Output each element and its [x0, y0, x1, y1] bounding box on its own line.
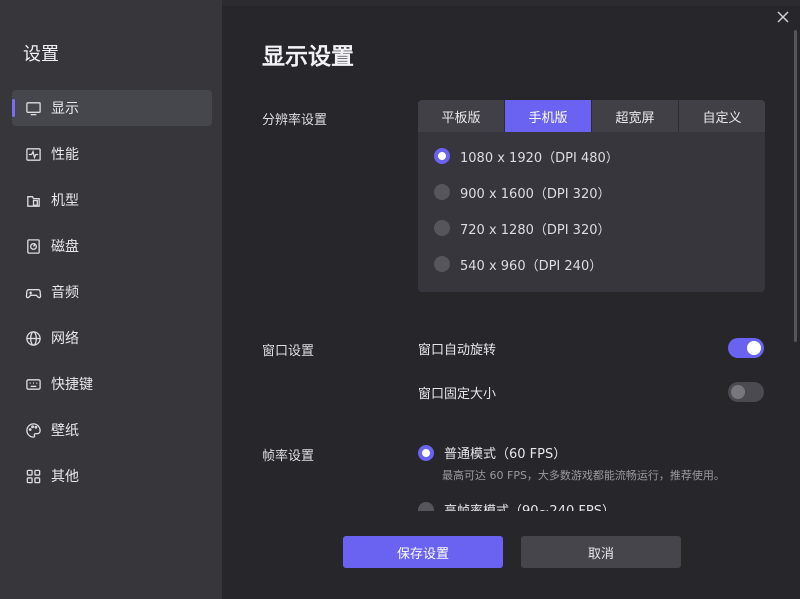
- sidebar-item-shortcuts[interactable]: 快捷键: [12, 366, 212, 402]
- radio-button[interactable]: [418, 501, 434, 511]
- fps-option-normal[interactable]: 普通模式（60 FPS）: [418, 443, 566, 462]
- sidebar-item-label: 性能: [51, 147, 79, 163]
- scrollbar[interactable]: [794, 30, 797, 342]
- sidebar-item-label: 显示: [51, 101, 79, 117]
- fps-option-label: 普通模式（60 FPS）: [444, 447, 567, 462]
- fps-option-high-clipped: 高帧率模式（90~240 FPS）: [418, 500, 768, 511]
- close-button[interactable]: [774, 8, 792, 26]
- toggle-knob: [731, 385, 745, 399]
- keyboard-icon: [24, 375, 42, 393]
- fps-option-high[interactable]: 高帧率模式（90~240 FPS）: [418, 500, 768, 511]
- sidebar: 设置 显示 性能 机型 磁盘 音频 网络 快捷键 壁纸 其他: [0, 0, 222, 599]
- fps-option-label: 高帧率模式（90~240 FPS）: [444, 500, 615, 511]
- sidebar-item-network[interactable]: 网络: [12, 320, 212, 356]
- sidebar-item-label: 其他: [51, 469, 79, 485]
- fps-section-label: 帧率设置: [262, 449, 315, 464]
- resolution-option-540[interactable]: 540 x 960（DPI 240）: [418, 246, 765, 282]
- window-section-label: 窗口设置: [262, 344, 315, 359]
- sidebar-item-model[interactable]: 机型: [12, 182, 212, 218]
- sidebar-item-wallpaper[interactable]: 壁纸: [12, 412, 212, 448]
- sidebar-item-disk[interactable]: 磁盘: [12, 228, 212, 264]
- sidebar-item-label: 壁纸: [51, 423, 79, 439]
- tab-custom[interactable]: 自定义: [679, 100, 765, 132]
- sidebar-item-display[interactable]: 显示: [12, 90, 212, 126]
- save-button[interactable]: 保存设置: [343, 536, 503, 568]
- sidebar-item-label: 音频: [51, 285, 79, 301]
- fixed-size-row: 窗口固定大小: [418, 382, 764, 402]
- top-band: [222, 0, 800, 6]
- close-icon: [777, 11, 789, 23]
- globe-icon: [24, 329, 42, 347]
- tab-phone[interactable]: 手机版: [505, 100, 592, 132]
- auto-rotate-toggle[interactable]: [728, 338, 764, 358]
- auto-rotate-row: 窗口自动旋转: [418, 338, 764, 358]
- resolution-option-900[interactable]: 900 x 1600（DPI 320）: [418, 174, 765, 210]
- sidebar-item-label: 网络: [51, 331, 79, 347]
- toggle-knob: [747, 341, 761, 355]
- grid-icon: [24, 467, 42, 485]
- sidebar-item-label: 磁盘: [51, 239, 79, 255]
- resolution-options: 1080 x 1920（DPI 480） 900 x 1600（DPI 320）…: [418, 132, 765, 282]
- sidebar-item-label: 机型: [51, 193, 79, 209]
- resolution-option-label: 1080 x 1920（DPI 480）: [460, 150, 619, 166]
- fps-normal-hint: 最高可达 60 FPS，大多数游戏都能流畅运行，推荐使用。: [442, 469, 725, 482]
- fixed-size-label: 窗口固定大小: [418, 386, 497, 402]
- resolution-option-label: 540 x 960（DPI 240）: [460, 258, 603, 274]
- gamepad-icon: [24, 283, 42, 301]
- radio-button-selected[interactable]: [434, 148, 450, 164]
- palette-icon: [24, 421, 42, 439]
- page-title: 显示设置: [262, 44, 354, 70]
- resolution-tabs: 平板版 手机版 超宽屏 自定义: [418, 100, 765, 132]
- sidebar-title: 设置: [23, 44, 59, 65]
- resolution-panel: 平板版 手机版 超宽屏 自定义 1080 x 1920（DPI 480） 900…: [418, 100, 765, 292]
- radio-button[interactable]: [434, 220, 450, 236]
- radio-button[interactable]: [434, 184, 450, 200]
- monitor-icon: [24, 99, 42, 117]
- tab-tablet[interactable]: 平板版: [418, 100, 505, 132]
- resolution-option-label: 900 x 1600（DPI 320）: [460, 186, 611, 202]
- disk-icon: [24, 237, 42, 255]
- device-icon: [24, 191, 42, 209]
- radio-button-selected[interactable]: [418, 444, 434, 461]
- tab-ultrawide[interactable]: 超宽屏: [592, 100, 679, 132]
- sidebar-nav: 显示 性能 机型 磁盘 音频 网络 快捷键 壁纸 其他: [12, 90, 212, 504]
- resolution-section-label: 分辨率设置: [262, 113, 328, 128]
- cancel-button[interactable]: 取消: [521, 536, 681, 568]
- sidebar-item-audio[interactable]: 音频: [12, 274, 212, 310]
- auto-rotate-label: 窗口自动旋转: [418, 342, 497, 358]
- resolution-option-720[interactable]: 720 x 1280（DPI 320）: [418, 210, 765, 246]
- fixed-size-toggle[interactable]: [728, 382, 764, 402]
- resolution-option-1080[interactable]: 1080 x 1920（DPI 480）: [418, 138, 765, 174]
- sidebar-item-other[interactable]: 其他: [12, 458, 212, 494]
- sidebar-item-label: 快捷键: [51, 377, 93, 393]
- sidebar-item-performance[interactable]: 性能: [12, 136, 212, 172]
- pulse-icon: [24, 145, 42, 163]
- resolution-option-label: 720 x 1280（DPI 320）: [460, 222, 611, 238]
- radio-button[interactable]: [434, 256, 450, 272]
